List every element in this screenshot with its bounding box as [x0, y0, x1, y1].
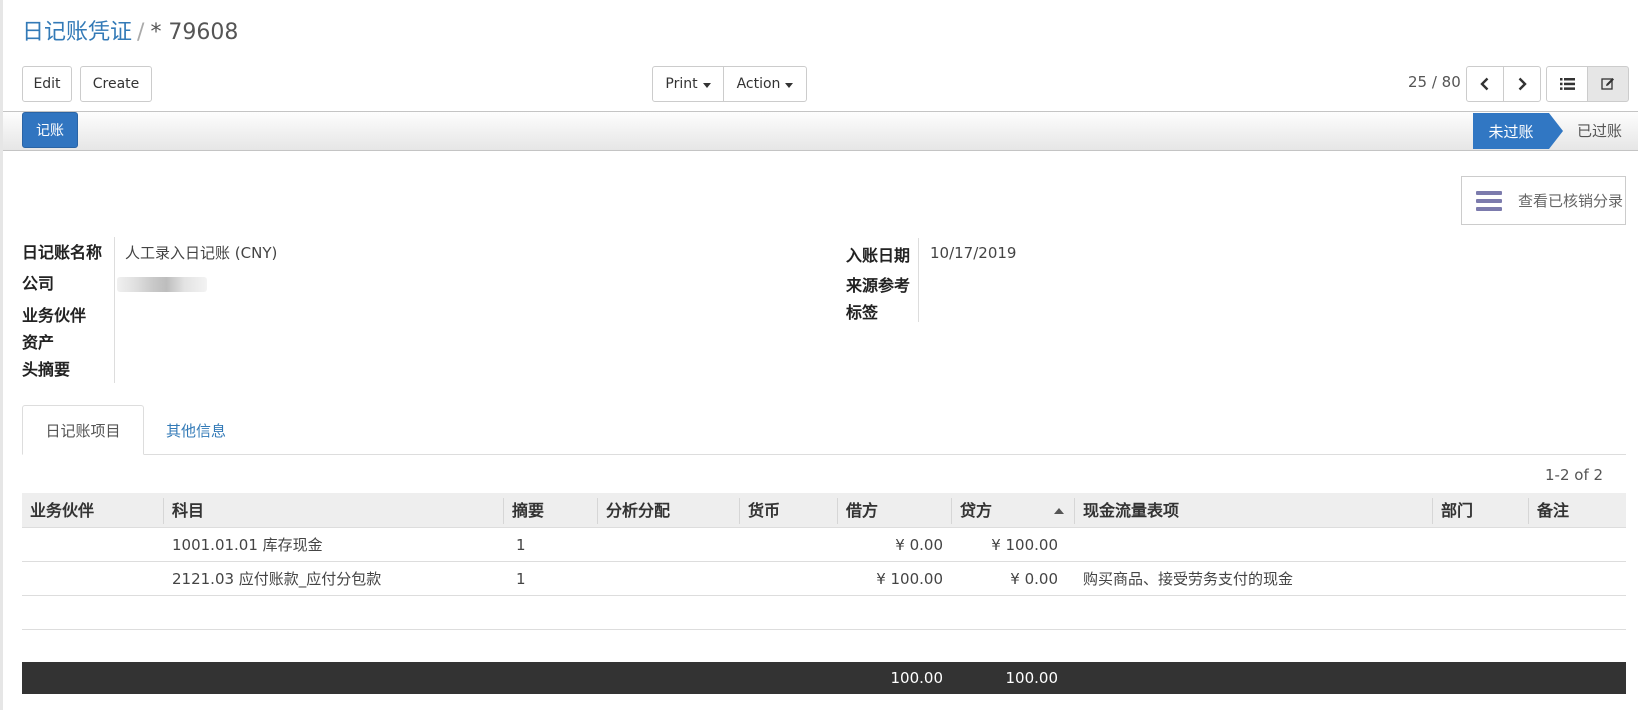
cell-credit: ¥ 0.00 — [1010, 570, 1058, 588]
field-label-header-memo: 头摘要 — [22, 360, 71, 379]
cell-cashflow: 购买商品、接受劳务支付的现金 — [1083, 570, 1294, 588]
table-header: 业务伙伴 科目 摘要 分析分配 货币 借方 贷方 现金流量表项 部门 备注 — [22, 493, 1626, 528]
breadcrumb-parent-link[interactable]: 日记账凭证 — [22, 20, 132, 45]
create-button[interactable]: Create — [80, 66, 152, 102]
post-button[interactable]: 记账 — [22, 112, 78, 148]
smart-button-label: 查看已核销分录 — [1518, 192, 1624, 210]
column-header-note[interactable]: 备注 — [1537, 493, 1569, 528]
column-separator — [163, 498, 164, 524]
edit-button[interactable]: Edit — [22, 66, 72, 102]
view-reconciled-entries-button[interactable]: 查看已核销分录 — [1461, 176, 1626, 225]
column-header-account[interactable]: 科目 — [172, 493, 204, 528]
field-label-company: 公司 — [22, 274, 55, 293]
caret-down-icon — [785, 82, 794, 88]
form-view-edit-icon — [1601, 78, 1614, 90]
list-view-icon — [1559, 78, 1575, 90]
cell-debit: ¥ 0.00 — [895, 536, 943, 554]
column-header-partner[interactable]: 业务伙伴 — [30, 493, 94, 528]
print-dropdown-button[interactable]: Print — [652, 66, 724, 102]
action-dropdown-button[interactable]: Action — [723, 66, 807, 102]
print-label: Print — [665, 76, 698, 92]
column-separator — [1528, 498, 1529, 524]
column-separator — [597, 498, 598, 524]
column-separator — [1074, 498, 1075, 524]
sort-ascending-icon — [1054, 508, 1064, 514]
cell-credit: ¥ 100.00 — [991, 536, 1058, 554]
total-credit: 100.00 — [1005, 669, 1059, 687]
tab-journal-items[interactable]: 日记账项目 — [22, 405, 144, 455]
breadcrumb: 日记账凭证 / * 79608 — [22, 14, 238, 46]
status-bar — [3, 111, 1638, 151]
caret-down-icon — [702, 82, 711, 88]
chevron-left-icon — [1480, 77, 1489, 91]
record-counter: 1-2 of 2 — [1545, 466, 1604, 484]
table-row[interactable]: 1001.01.01 库存现金 1 ¥ 0.00 ¥ 100.00 — [22, 529, 1626, 562]
cell-debit: ¥ 100.00 — [876, 570, 943, 588]
tab-bar-line — [22, 454, 1626, 455]
cell-account: 1001.01.01 库存现金 — [172, 536, 323, 554]
stage-arrow — [1549, 113, 1563, 149]
company-value-redacted — [117, 277, 207, 292]
cell-label: 1 — [516, 536, 526, 554]
chevron-right-icon — [1518, 77, 1527, 91]
accounting-date-value[interactable]: 10/17/2019 — [930, 244, 1016, 262]
column-header-debit[interactable]: 借方 — [846, 493, 878, 528]
action-label: Action — [736, 76, 781, 92]
pager-next-button[interactable] — [1503, 66, 1541, 102]
tab-other-info[interactable]: 其他信息 — [166, 420, 226, 441]
bars-icon — [1476, 190, 1502, 211]
page-left-border — [0, 0, 3, 710]
column-header-cashflow[interactable]: 现金流量表项 — [1083, 493, 1179, 528]
field-label-tags: 标签 — [846, 303, 879, 322]
field-label-partner: 业务伙伴 — [22, 306, 87, 325]
breadcrumb-current: * 79608 — [150, 20, 239, 45]
field-label-accounting-date: 入账日期 — [846, 246, 911, 265]
column-separator — [951, 498, 952, 524]
pager-previous-button[interactable] — [1466, 66, 1504, 102]
column-header-credit[interactable]: 贷方 — [960, 493, 992, 528]
field-label-journal: 日记账名称 — [22, 243, 103, 262]
column-header-analytic[interactable]: 分析分配 — [606, 493, 670, 528]
table-row-empty — [22, 597, 1626, 630]
field-label-asset: 资产 — [22, 333, 55, 352]
form-right-divider — [918, 238, 919, 322]
form-view-button[interactable] — [1587, 66, 1629, 102]
field-label-source-ref: 来源参考 — [846, 276, 911, 295]
stage-posted[interactable]: 已过账 — [1577, 120, 1622, 141]
cell-account: 2121.03 应付账款_应付分包款 — [172, 570, 382, 588]
pager-value: 25 / 80 — [1408, 73, 1461, 91]
column-separator — [1432, 498, 1433, 524]
total-debit: 100.00 — [890, 669, 944, 687]
cell-label: 1 — [516, 570, 526, 588]
stage-draft-active: 未过账 — [1473, 113, 1549, 149]
form-left-divider — [114, 237, 115, 383]
table-totals-footer: 100.00 100.00 — [22, 662, 1626, 694]
column-header-department[interactable]: 部门 — [1441, 493, 1473, 528]
column-separator — [837, 498, 838, 524]
column-separator — [739, 498, 740, 524]
column-header-label[interactable]: 摘要 — [512, 493, 544, 528]
breadcrumb-separator: / — [137, 20, 145, 45]
list-view-button[interactable] — [1546, 66, 1588, 102]
journal-value[interactable]: 人工录入日记账 (CNY) — [125, 242, 277, 263]
column-header-currency[interactable]: 货币 — [748, 493, 780, 528]
table-row[interactable]: 2121.03 应付账款_应付分包款 1 ¥ 100.00 ¥ 0.00 购买商… — [22, 563, 1626, 596]
column-separator — [503, 498, 504, 524]
